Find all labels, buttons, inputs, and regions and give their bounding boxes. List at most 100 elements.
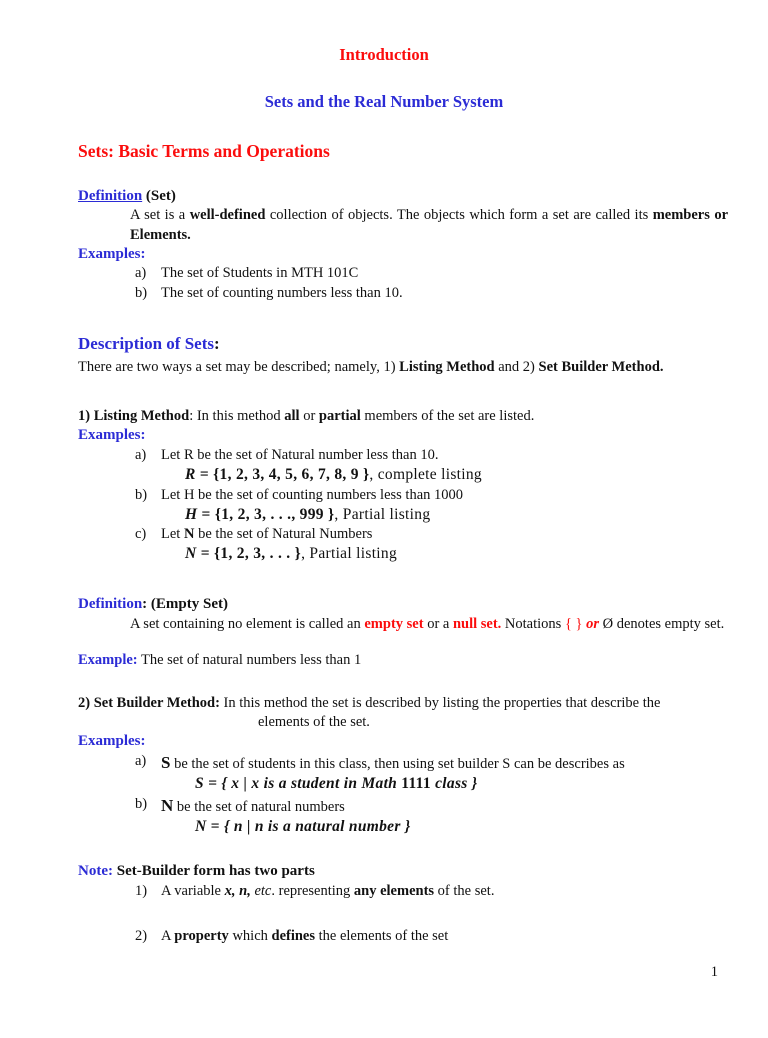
note-list: 1) A variable x, n, etc. representing an… [135, 882, 768, 946]
list-marker: c) [135, 526, 147, 543]
set-builder-heading: 2) Set Builder Method: In this method th… [78, 694, 768, 713]
list-marker: a) [135, 265, 147, 282]
listing-method-body-1: : In this method [189, 408, 281, 425]
intro-bold-2: Set Builder Method. [538, 359, 664, 376]
listing-method-body-3: members of the set are listed. [364, 408, 535, 425]
set-symbol: S [161, 753, 171, 773]
note-item-etc: etc [250, 882, 272, 899]
list-item-text: The set of Students in MTH 101C [161, 265, 359, 282]
list-item-text: The set of counting numbers less than 10… [161, 284, 403, 301]
listing-method-number: 1) [78, 408, 91, 425]
set-builder-name: Set Builder Method: [93, 694, 220, 711]
list-marker: b) [135, 284, 148, 301]
description-heading-text: Description of Sets [78, 333, 214, 353]
set-builder-body-2-line: elements of the set. [258, 713, 768, 732]
list-item: 1) A variable x, n, etc. representing an… [135, 882, 768, 901]
note-item-mid: . representing [271, 882, 354, 899]
note-item-bold-1: property [174, 927, 229, 944]
note-item-pre: A [161, 927, 175, 944]
section-heading: Sets: Basic Terms and Operations [78, 140, 330, 161]
example-label: Example: [78, 651, 138, 668]
note-heading-text: Set-Builder form has two parts [116, 862, 315, 879]
page-number: 1 [710, 963, 718, 980]
equation-variable: H [185, 505, 198, 523]
set-builder-body-2: elements of the set. [258, 714, 370, 731]
list-marker: a) [135, 753, 147, 770]
list-item: c) Let N be the set of Natural Numbers N… [135, 525, 768, 565]
definition-empty-set-suffix: : (Empty Set) [142, 595, 228, 612]
empty-body-text-3: Notations [504, 615, 562, 632]
equation-note: , Partial listing [301, 545, 398, 563]
list-marker: a) [135, 447, 147, 464]
definition-set-body: A set is a well-defined collection of ob… [130, 206, 728, 244]
intro-text-2: and 2) [498, 359, 535, 376]
equation-number: 1111 [401, 775, 431, 793]
empty-body-text-2: or a [427, 615, 450, 632]
empty-set-term: empty set [364, 615, 424, 632]
listing-method-name: Listing Method [93, 408, 190, 425]
page-title: Introduction [339, 45, 429, 64]
empty-set-example-line: Example: The set of natural numbers less… [78, 651, 768, 670]
listing-method-bold-1: all [284, 408, 300, 425]
definition-examples-list: a) The set of Students in MTH 101C b) Th… [135, 264, 768, 302]
list-marker: b) [135, 486, 148, 503]
list-item-text: Let H be the set of counting numbers les… [161, 486, 464, 503]
list-item: b) Let H be the set of counting numbers … [135, 486, 768, 526]
notation-or: or [586, 615, 600, 632]
list-item-text: Let R be the set of Natural number less … [161, 447, 439, 464]
set-builder-method-block: 2) Set Builder Method: In this method th… [78, 694, 768, 838]
example-text: The set of natural numbers less than 1 [140, 651, 362, 668]
equation-n-builder: N = { n | n is a natural number } [195, 817, 768, 837]
list-item: b) N be the set of natural numbers N = {… [135, 795, 768, 838]
list-item-text-pre: Let [161, 526, 184, 543]
definition-examples-label: Examples: [78, 245, 146, 262]
definition-body-text-2: collection of objects. The objects which… [269, 207, 649, 224]
listing-examples-list: a) Let R be the set of Natural number le… [135, 446, 768, 565]
notation-phi-icon: Ø [602, 615, 614, 632]
equation-body: = {1, 2, 3, . . . } [200, 545, 302, 563]
list-item: b) The set of counting numbers less than… [135, 284, 768, 303]
equation-variable: N [185, 545, 197, 563]
empty-body-text-1: A set containing no element is called an [130, 615, 361, 632]
intro-bold-1: Listing Method [399, 359, 495, 376]
definition-empty-set-body: A set containing no element is called an… [130, 615, 728, 634]
equation-note: , Partial listing [334, 505, 431, 523]
list-item-text: be the set of students in this class, th… [174, 756, 625, 773]
intro-text-1: There are two ways a set may be describe… [78, 359, 396, 376]
description-of-sets-block: Description of Sets: There are two ways … [0, 333, 768, 378]
notation-braces: { } [564, 615, 583, 632]
listing-method-heading: 1) Listing Method: In this method all or… [78, 407, 768, 426]
equation-r: R = {1, 2, 3, 4, 5, 6, 7, 8, 9 }, comple… [185, 465, 768, 485]
note-heading: Note: Set-Builder form has two parts [78, 862, 768, 882]
equation-body: N = { n | n is a natural number } [195, 818, 411, 836]
document-subtitle: Sets and the Real Number System [264, 91, 504, 111]
description-of-sets-heading: Description of Sets: [78, 333, 768, 355]
note-item-variables: x, n, [224, 882, 251, 899]
set-symbol: N [161, 795, 174, 815]
equation-s-builder: S = { x | x is a student in Math 1111 cl… [195, 774, 768, 794]
description-of-sets-intro: There are two ways a set may be describe… [78, 358, 768, 377]
equation-body: = {1, 2, 3, 4, 5, 6, 7, 8, 9 } [199, 466, 370, 484]
list-marker: 1) [135, 882, 148, 899]
equation-tail: class } [435, 775, 478, 793]
list-item: a) S be the set of students in this clas… [135, 752, 768, 795]
definition-body-bold-1: well-defined [189, 207, 266, 224]
set-builder-number: 2) [78, 694, 91, 711]
definition-body-text-1: A set is a [130, 207, 186, 224]
null-set-term: null set. [452, 615, 502, 632]
equation-h: H = {1, 2, 3, . . ., 999 }, Partial list… [185, 505, 768, 525]
listing-method-body-2: or [303, 408, 316, 425]
equation-body: S = { x | x is a student in Math [195, 775, 398, 793]
list-item: a) Let R be the set of Natural number le… [135, 446, 768, 486]
note-item-post: of the set. [434, 882, 495, 899]
set-builder-examples-label: Examples: [78, 733, 146, 750]
list-item-text-post: be the set of Natural Numbers [194, 526, 373, 543]
list-item: 2) A property which defines the elements… [135, 927, 768, 946]
equation-n: N = {1, 2, 3, . . . }, Partial listing [185, 544, 768, 564]
